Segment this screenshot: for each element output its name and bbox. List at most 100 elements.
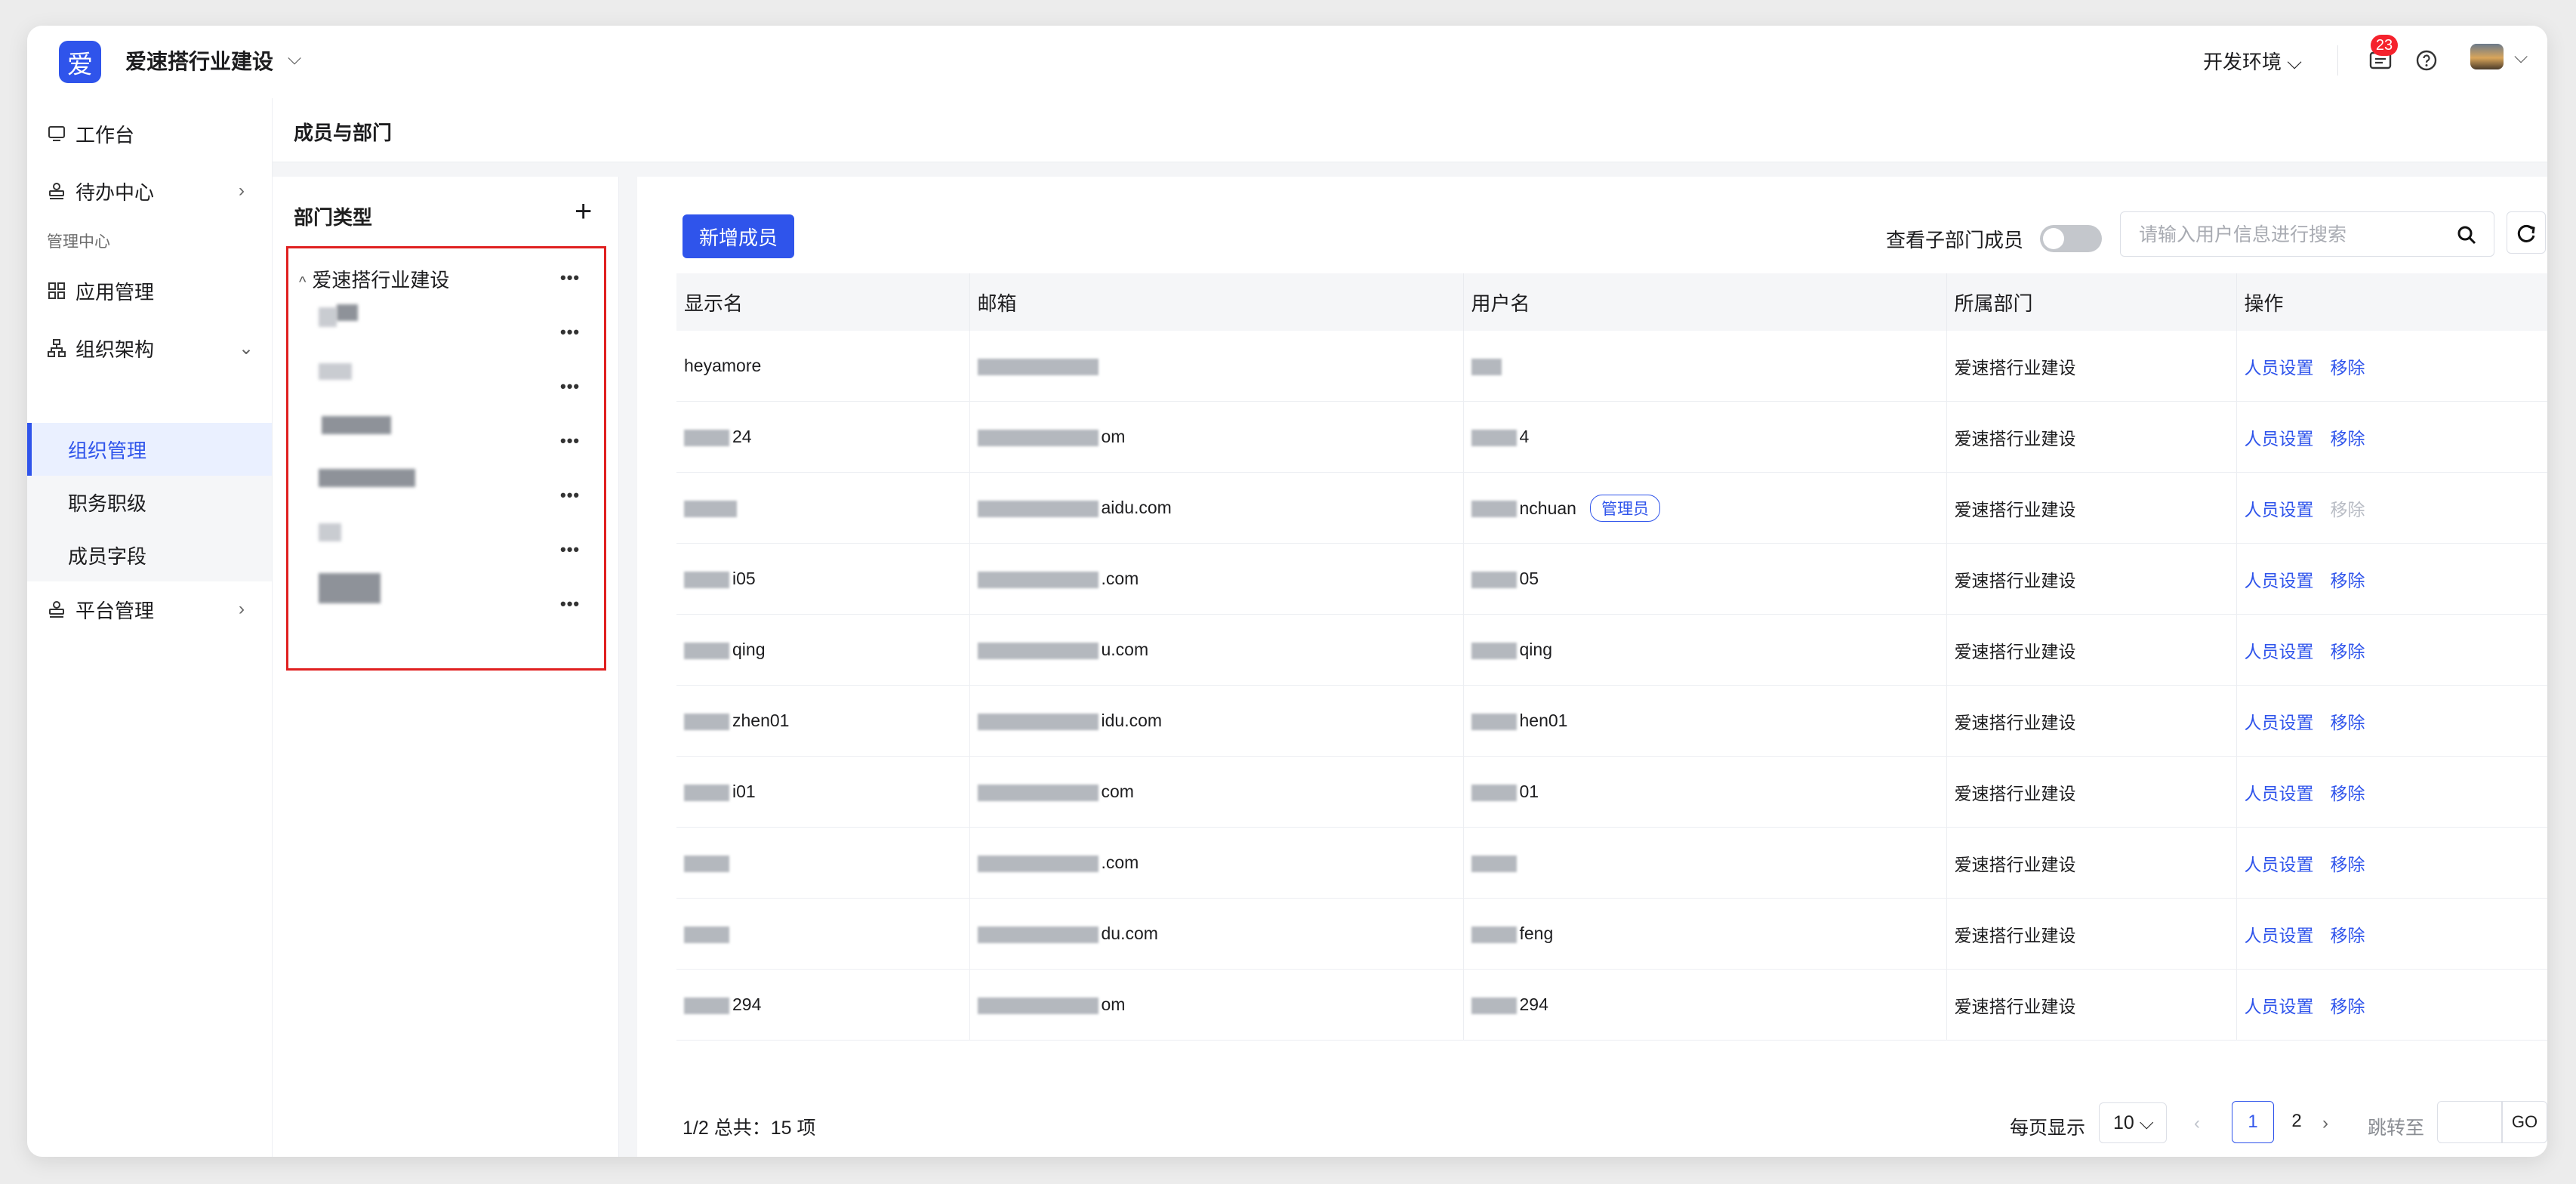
page-size-select[interactable]: 10 ⌵	[2099, 1102, 2167, 1143]
cell-actions: 人员设置 移除	[2236, 685, 2547, 757]
cell-username-text: 01	[1519, 782, 1539, 801]
sidebar-item-label: 职务职级	[68, 492, 147, 515]
redacted-text	[977, 855, 1098, 872]
redacted-text	[977, 571, 1098, 588]
redacted-text	[977, 713, 1098, 730]
member-settings-link[interactable]: 人员设置	[2245, 429, 2314, 449]
page-header: 成员与部门	[273, 98, 2547, 162]
member-settings-link[interactable]: 人员设置	[2245, 713, 2314, 732]
redacted-text	[1471, 358, 1502, 375]
subdept-toggle[interactable]	[2040, 225, 2102, 252]
add-department-icon[interactable]: +	[575, 193, 592, 230]
tree-node-blurred[interactable]	[319, 469, 415, 487]
search-icon[interactable]	[2456, 224, 2477, 245]
remove-member-link[interactable]: 移除	[2331, 784, 2365, 803]
env-switcher[interactable]: 开发环境 ⌵	[2203, 47, 2302, 75]
remove-member-link[interactable]: 移除	[2331, 713, 2365, 732]
stamp-icon	[49, 183, 64, 199]
help-icon[interactable]	[2414, 48, 2439, 72]
redacted-text	[977, 997, 1098, 1014]
cell-display-name: zhen01	[676, 685, 970, 757]
cell-username: 05	[1463, 543, 1947, 615]
sidebar-item-org-manage[interactable]: 组织管理	[27, 423, 272, 476]
remove-member-link[interactable]: 移除	[2331, 358, 2365, 378]
tree-node-blurred[interactable]	[319, 307, 337, 327]
tree-node-more-icon[interactable]: •••	[560, 322, 580, 342]
member-settings-link[interactable]: 人员设置	[2245, 926, 2314, 945]
tree-node-more-icon[interactable]: •••	[560, 377, 580, 396]
sidebar-item-label: 成员字段	[68, 544, 147, 568]
member-settings-link[interactable]: 人员设置	[2245, 642, 2314, 661]
remove-member-link[interactable]: 移除	[2331, 997, 2365, 1016]
page-1-button[interactable]: 1	[2232, 1101, 2274, 1143]
remove-member-link[interactable]: 移除	[2331, 926, 2365, 945]
remove-member-link[interactable]: 移除	[2331, 571, 2365, 590]
jump-label: 跳转至	[2368, 1118, 2425, 1139]
add-member-button[interactable]: 新增成员	[683, 214, 794, 258]
next-page-icon[interactable]: ›	[2322, 1113, 2328, 1134]
user-avatar[interactable]	[2470, 44, 2504, 69]
cell-actions: 人员设置 移除	[2236, 472, 2547, 544]
cell-email-text: du.com	[1101, 923, 1158, 943]
chevron-up-icon[interactable]: ^	[299, 274, 306, 291]
member-settings-link[interactable]: 人员设置	[2245, 997, 2314, 1016]
cell-username: 01	[1463, 756, 1947, 828]
sidebar-item-todo[interactable]: 待办中心 ›	[27, 165, 272, 217]
tree-node-blurred[interactable]	[319, 573, 381, 603]
tree-node-more-icon[interactable]: •••	[560, 594, 580, 614]
cell-display-name-text: qing	[732, 640, 766, 659]
cell-email-text: .com	[1101, 569, 1139, 588]
member-settings-link[interactable]: 人员设置	[2245, 571, 2314, 590]
table-row: heyamore 爱速搭行业建设 人员设置 移除	[676, 331, 2547, 402]
prev-page-icon[interactable]: ‹	[2194, 1113, 2200, 1134]
sidebar-item-app-manage[interactable]: 应用管理	[27, 264, 272, 317]
member-settings-link[interactable]: 人员设置	[2245, 855, 2314, 874]
tree-node-blurred[interactable]	[319, 363, 352, 380]
cell-display-name-text: i05	[732, 569, 756, 588]
member-settings-link[interactable]: 人员设置	[2245, 784, 2314, 803]
app-name[interactable]: 爱速搭行业建设	[125, 45, 273, 76]
cell-display-name-text: zhen01	[732, 711, 790, 730]
page-2-button[interactable]: 2	[2276, 1101, 2318, 1143]
refresh-button[interactable]	[2507, 211, 2546, 254]
tree-node-root[interactable]: ^ 爱速搭行业建设	[299, 265, 449, 293]
cell-actions: 人员设置 移除	[2236, 898, 2547, 970]
jump-page-input[interactable]	[2437, 1101, 2502, 1143]
remove-member-link[interactable]: 移除	[2331, 855, 2365, 874]
remove-member-link[interactable]: 移除	[2331, 642, 2365, 661]
cell-email-text: idu.com	[1101, 711, 1163, 730]
sidebar-item-workbench[interactable]: 工作台	[27, 107, 272, 160]
tree-node-blurred[interactable]	[322, 416, 391, 434]
sidebar-item-org[interactable]: 组织架构 ⌄	[27, 322, 272, 375]
message-count-badge: 23	[2371, 35, 2398, 56]
pagination-summary: 1/2 总共：15 项	[683, 1118, 816, 1139]
go-button[interactable]: GO	[2502, 1101, 2547, 1143]
tree-node-more-icon[interactable]: •••	[560, 540, 580, 560]
user-menu-chevron-icon[interactable]: ⌵	[2514, 47, 2528, 68]
remove-member-link[interactable]: 移除	[2331, 429, 2365, 449]
sidebar-item-platform[interactable]: 平台管理 ›	[27, 583, 272, 636]
org-tree-icon	[48, 339, 66, 357]
sidebar-item-member-fields[interactable]: 成员字段	[27, 529, 272, 581]
tree-node-more-icon[interactable]: •••	[560, 486, 580, 505]
member-settings-link[interactable]: 人员设置	[2245, 500, 2314, 520]
cell-username-text: 05	[1519, 569, 1539, 588]
chevron-right-icon: ›	[239, 180, 245, 201]
cell-username-text: feng	[1519, 923, 1554, 943]
subdept-toggle-label: 查看子部门成员	[1886, 229, 2024, 251]
cell-username	[1463, 827, 1947, 899]
cell-department: 爱速搭行业建设	[1946, 827, 2237, 899]
cell-department: 爱速搭行业建设	[1946, 756, 2237, 828]
cell-email-text: om	[1101, 994, 1126, 1014]
sidebar-item-job-level[interactable]: 职务职级	[27, 476, 272, 529]
search-input[interactable]	[2137, 220, 2427, 250]
member-search[interactable]	[2120, 211, 2494, 257]
redacted-text	[977, 926, 1098, 943]
tree-node-more-icon[interactable]: •••	[560, 268, 580, 288]
tree-node-more-icon[interactable]: •••	[560, 431, 580, 451]
member-settings-link[interactable]: 人员设置	[2245, 358, 2314, 378]
app-switch-chevron-icon[interactable]: ⌵	[288, 48, 301, 69]
redacted-text	[977, 358, 1098, 375]
redacted-text	[1471, 501, 1517, 518]
tree-node-blurred[interactable]	[319, 523, 341, 541]
